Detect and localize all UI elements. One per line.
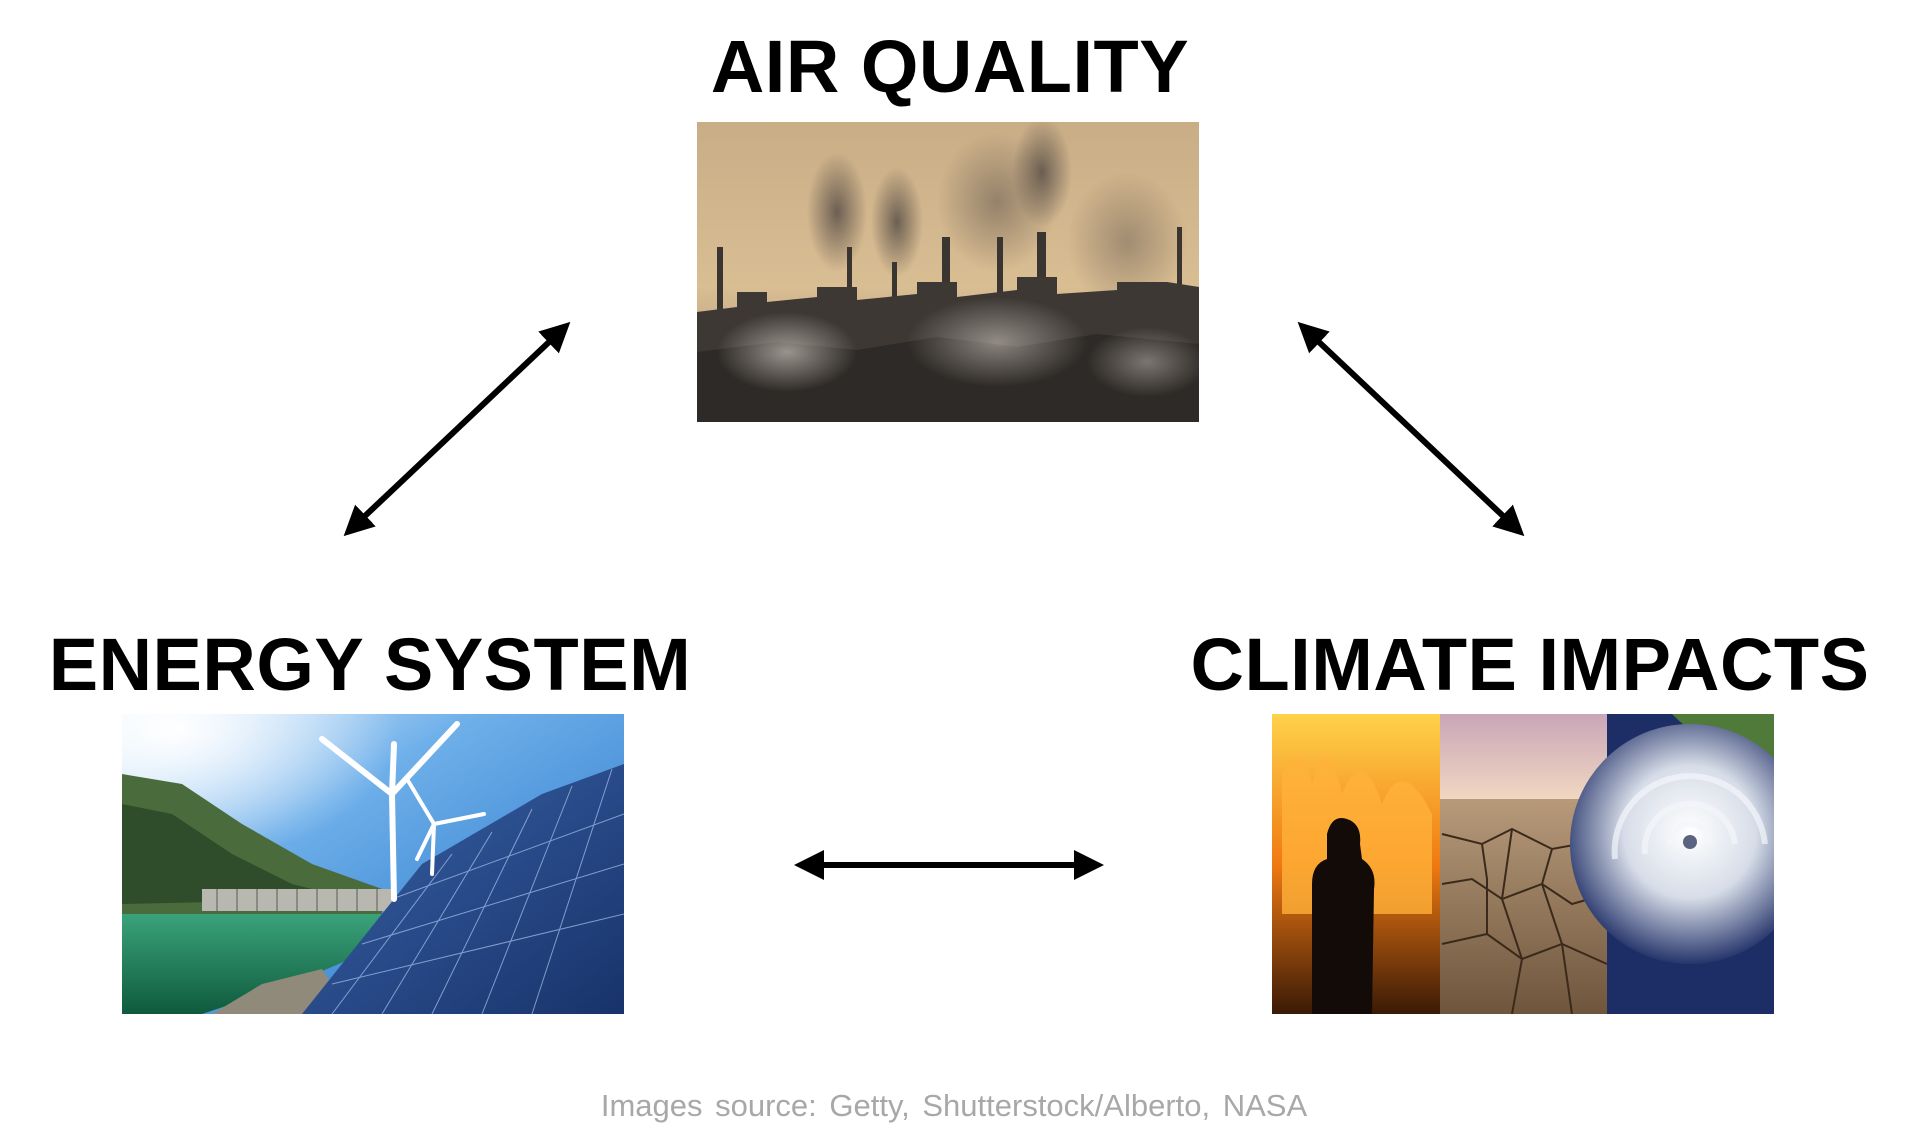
image-source-caption: Images source: Getty, Shutterstock/Alber… — [600, 1088, 1308, 1123]
climate-impacts-title: CLIMATE IMPACTS — [1190, 623, 1870, 706]
arrow-energy-air — [343, 321, 571, 537]
air-quality-image — [697, 122, 1199, 422]
energy-system-title: ENERGY SYSTEM — [48, 623, 692, 706]
energy-system-image — [122, 714, 624, 1014]
arrow-air-climate — [1297, 321, 1525, 537]
air-quality-title: AIR QUALITY — [710, 25, 1190, 108]
climate-impacts-image — [1272, 714, 1774, 1014]
